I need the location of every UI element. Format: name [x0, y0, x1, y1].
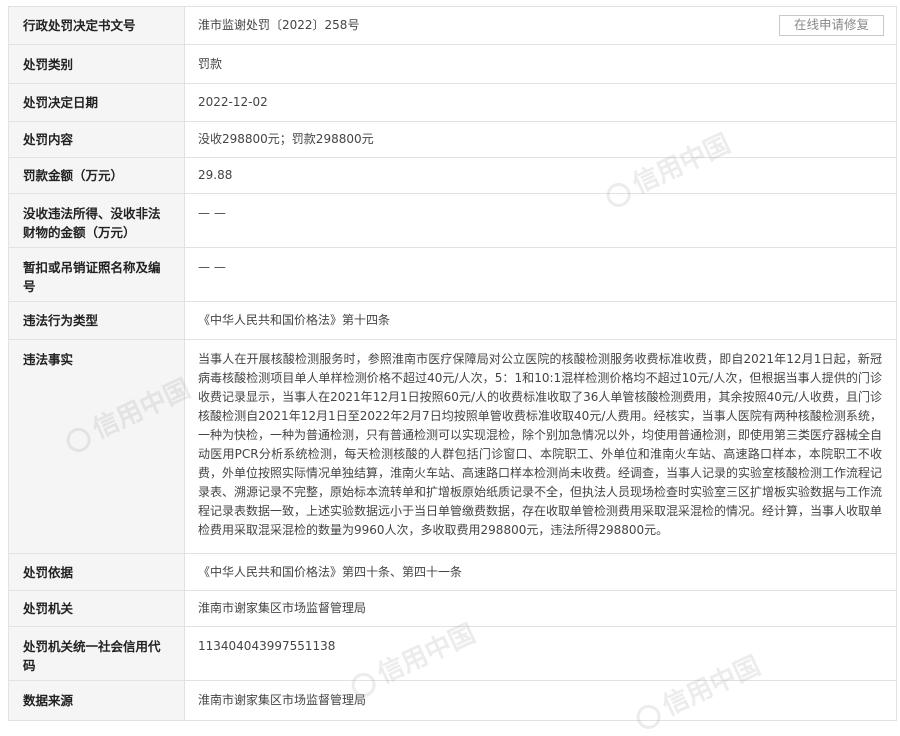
- penalty-detail-table: 行政处罚决定书文号 淮市监谢处罚〔2022〕258号 在线申请修复 处罚类别 罚…: [8, 6, 897, 721]
- online-repair-button[interactable]: 在线申请修复: [778, 15, 884, 36]
- confiscated-label: 没收违法所得、没收非法财物的金额（万元）: [9, 194, 185, 247]
- license-value: — —: [185, 248, 897, 301]
- row-content: 处罚内容 没收298800元；罚款298800元: [9, 122, 897, 158]
- confiscated-value: — —: [185, 194, 897, 247]
- row-confiscated: 没收违法所得、没收非法财物的金额（万元） — —: [9, 194, 897, 248]
- date-value: 2022-12-02: [185, 84, 897, 121]
- authority-label: 处罚机关: [9, 591, 185, 626]
- authority-value: 淮南市谢家集区市场监督管理局: [185, 591, 897, 626]
- source-label: 数据来源: [9, 681, 185, 720]
- date-label: 处罚决定日期: [9, 84, 185, 121]
- row-facts: 违法事实 当事人在开展核酸检测服务时，参照淮南市医疗保障局对公立医院的核酸检测服…: [9, 340, 897, 554]
- source-value: 淮南市谢家集区市场监督管理局: [185, 681, 897, 720]
- row-category: 处罚类别 罚款: [9, 45, 897, 84]
- credit-code-value: 11340404399755113​8: [185, 627, 897, 680]
- doc-no-text: 淮市监谢处罚〔2022〕258号: [198, 18, 360, 32]
- category-value: 罚款: [185, 45, 897, 83]
- row-authority: 处罚机关 淮南市谢家集区市场监督管理局: [9, 591, 897, 627]
- violation-type-value: 《中华人民共和国价格法》第十四条: [185, 302, 897, 339]
- row-source: 数据来源 淮南市谢家集区市场监督管理局: [9, 681, 897, 721]
- credit-code-label: 处罚机关统一社会信用代码: [9, 627, 185, 680]
- amount-label: 罚款金额（万元）: [9, 158, 185, 193]
- basis-value: 《中华人民共和国价格法》第四十条、第四十一条: [185, 554, 897, 590]
- violation-type-label: 违法行为类型: [9, 302, 185, 339]
- row-license: 暂扣或吊销证照名称及编号 — —: [9, 248, 897, 302]
- row-doc-no: 行政处罚决定书文号 淮市监谢处罚〔2022〕258号 在线申请修复: [9, 7, 897, 45]
- facts-value: 当事人在开展核酸检测服务时，参照淮南市医疗保障局对公立医院的核酸检测服务收费标准…: [185, 340, 897, 553]
- category-label: 处罚类别: [9, 45, 185, 83]
- license-label: 暂扣或吊销证照名称及编号: [9, 248, 185, 301]
- doc-no-value: 淮市监谢处罚〔2022〕258号 在线申请修复: [185, 7, 897, 44]
- basis-label: 处罚依据: [9, 554, 185, 590]
- row-basis: 处罚依据 《中华人民共和国价格法》第四十条、第四十一条: [9, 554, 897, 591]
- amount-value: 29.88: [185, 158, 897, 193]
- row-date: 处罚决定日期 2022-12-02: [9, 84, 897, 122]
- doc-no-label: 行政处罚决定书文号: [9, 7, 185, 44]
- row-credit-code: 处罚机关统一社会信用代码 11340404399755113​8: [9, 627, 897, 681]
- content-value: 没收298800元；罚款298800元: [185, 122, 897, 157]
- facts-label: 违法事实: [9, 340, 185, 553]
- content-label: 处罚内容: [9, 122, 185, 157]
- row-violation-type: 违法行为类型 《中华人民共和国价格法》第十四条: [9, 302, 897, 340]
- row-amount: 罚款金额（万元） 29.88: [9, 158, 897, 194]
